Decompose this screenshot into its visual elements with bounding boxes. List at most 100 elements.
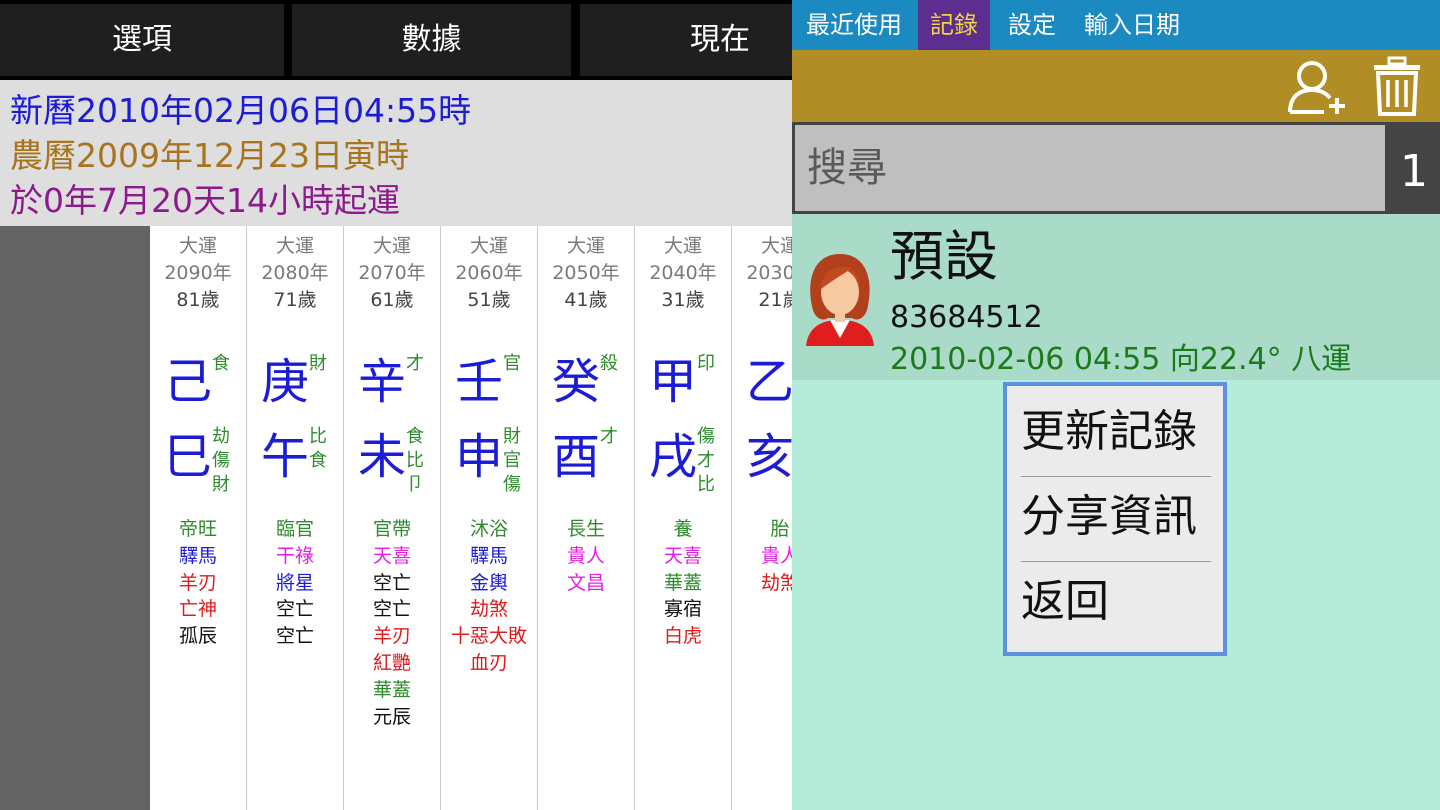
heavenly-stem: 壬	[455, 354, 504, 410]
star-item: 干祿	[275, 544, 314, 567]
delete-button[interactable]	[1368, 56, 1426, 118]
star-item: 紅艷	[372, 651, 411, 674]
star-item: 文昌	[566, 571, 605, 594]
star-item: 天喜	[663, 544, 702, 567]
date-info-panel: 新曆2010年02月06日04:55時 農曆2009年12月23日寅時 於0年7…	[0, 80, 792, 226]
stem-ten-god: 殺	[600, 353, 618, 374]
tab-input-date[interactable]: 輸入日期	[1072, 0, 1192, 50]
tab-records[interactable]: 記錄	[918, 0, 990, 50]
luck-pillars: 大運 2090年 81歲己食巳劫 傷 財帝旺 驛馬 羊刃 亡神 孤辰 大運 2080年 71歲庚財…	[150, 226, 792, 810]
pillar-year: 2040年	[649, 262, 717, 284]
luck-pillar-column: 大運 2080年 71歲庚財午比 食臨官 干祿 將星 空亡 空亡	[247, 226, 344, 810]
stem-ten-god: 食	[212, 353, 230, 374]
earthly-branch: 巳	[164, 429, 213, 485]
pillar-label: 大運	[663, 235, 702, 257]
star-item: 長生	[566, 518, 605, 540]
branch-hidden-gods: 比 食	[309, 426, 327, 471]
pillar-year: 2050年	[552, 262, 620, 284]
update-record-menu-item[interactable]: 更新記錄	[1021, 390, 1211, 474]
star-item: 亡神	[178, 598, 217, 621]
stem-ten-god: 官	[503, 353, 521, 374]
earthly-branch: 申	[455, 429, 504, 485]
star-item: 羊刃	[372, 625, 411, 648]
heavenly-stem: 癸	[552, 354, 601, 410]
star-item: 元辰	[372, 705, 411, 728]
earthly-branch: 未	[358, 429, 407, 485]
options-button[interactable]: 選項	[0, 4, 284, 76]
record-item[interactable]: 預設 83684512 2010-02-06 04:55 向22.4° 八運	[792, 214, 1440, 380]
pillar-label: 大運	[566, 235, 605, 257]
action-bar	[792, 50, 1440, 122]
pillar-label: 大運	[178, 235, 217, 257]
star-item: 白虎	[663, 625, 702, 648]
luck-pillar-column: 大運 2090年 81歲己食巳劫 傷 財帝旺 驛馬 羊刃 亡神 孤辰	[150, 226, 247, 810]
star-item: 孤辰	[178, 625, 217, 648]
solar-date: 新曆2010年02月06日04:55時	[10, 91, 472, 130]
star-item: 驛馬	[469, 544, 508, 567]
star-item: 華蓋	[663, 571, 702, 594]
stem-ten-god: 印	[697, 353, 715, 374]
pillar-label: 大運	[275, 235, 314, 257]
add-user-icon	[1288, 61, 1345, 114]
tab-recent[interactable]: 最近使用	[794, 0, 914, 50]
search-input[interactable]	[795, 125, 1385, 211]
star-item: 空亡	[372, 571, 411, 594]
star-item: 劫煞	[760, 571, 792, 594]
star-item: 金輿	[469, 571, 508, 594]
star-item: 空亡	[275, 625, 314, 648]
luck-start: 於0年7月20天14小時起運	[10, 181, 400, 220]
left-gray-strip	[0, 226, 150, 810]
back-menu-item[interactable]: 返回	[1021, 560, 1211, 644]
pillar-age: 71歲	[273, 289, 317, 311]
pillar-age: 41歲	[564, 289, 608, 311]
record-phone: 83684512	[890, 300, 1043, 335]
star-item: 貴人	[566, 544, 605, 567]
female-avatar-icon	[802, 246, 878, 346]
pillar-age: 61歲	[370, 289, 414, 311]
branch-hidden-gods: 傷 才 比	[697, 426, 715, 495]
star-item: 寡宿	[663, 598, 702, 621]
lunar-date: 農曆2009年12月23日寅時	[10, 136, 409, 175]
luck-pillar-column: 大運 2070年 61歲辛才未食 比 卩官帶 天喜 空亡 空亡 羊刃 紅艷 華蓋 元辰	[344, 226, 441, 810]
pillar-age: 31歲	[661, 289, 705, 311]
tab-bar: 最近使用 記錄 設定 輸入日期	[792, 0, 1440, 50]
pillar-age: 51歲	[467, 289, 511, 311]
star-item: 空亡	[275, 598, 314, 621]
earthly-branch: 午	[261, 429, 310, 485]
pillar-year: 2080年	[261, 262, 329, 284]
tab-settings[interactable]: 設定	[996, 0, 1068, 50]
stem-ten-god: 財	[309, 353, 327, 374]
heavenly-stem: 庚	[261, 354, 310, 410]
star-item: 十惡大敗	[450, 625, 527, 648]
luck-pillar-column: 大運 2060年 51歲壬官申財 官 傷沐浴 驛馬 金輿 劫煞 十惡大敗 血刃	[441, 226, 538, 810]
stem-ten-god: 才	[406, 353, 424, 374]
earthly-branch: 亥	[746, 429, 792, 485]
star-item: 臨官	[275, 518, 314, 540]
record-detail: 2010-02-06 04:55 向22.4° 八運	[890, 342, 1352, 377]
star-item: 空亡	[372, 598, 411, 621]
share-info-menu-item[interactable]: 分享資訊	[1021, 475, 1211, 559]
star-list: 養天喜 華蓋 寡宿 白虎	[635, 516, 731, 650]
earthly-branch: 戌	[649, 429, 698, 485]
context-menu: 更新記錄 分享資訊 返回	[1003, 382, 1227, 656]
luck-pillar-column: 大運 2030年 21歲乙亥胎貴人劫煞	[732, 226, 792, 810]
add-user-button[interactable]	[1284, 56, 1350, 118]
record-count: 1	[1400, 146, 1428, 197]
top-nav: 選項 數據 現在	[0, 0, 792, 80]
star-item: 華蓋	[372, 678, 411, 701]
branch-hidden-gods: 財 官 傷	[503, 426, 521, 495]
search-row: 1	[792, 122, 1440, 214]
data-button[interactable]: 數據	[292, 4, 571, 76]
earthly-branch: 酉	[552, 429, 601, 485]
pillar-year: 2030年	[746, 262, 792, 284]
pillar-age: 21歲	[758, 289, 792, 311]
chart-pane: 選項 數據 現在 新曆2010年02月06日04:55時 農曆2009年12月2…	[0, 0, 792, 810]
pillar-year: 2060年	[455, 262, 523, 284]
now-button[interactable]: 現在	[580, 4, 792, 76]
branch-hidden-gods: 食 比 卩	[406, 426, 424, 495]
star-item: 羊刃	[178, 571, 217, 594]
star-list: 胎貴人 劫煞	[732, 516, 792, 596]
star-item: 驛馬	[178, 544, 217, 567]
heavenly-stem: 辛	[358, 354, 407, 410]
star-item: 天喜	[372, 544, 411, 567]
